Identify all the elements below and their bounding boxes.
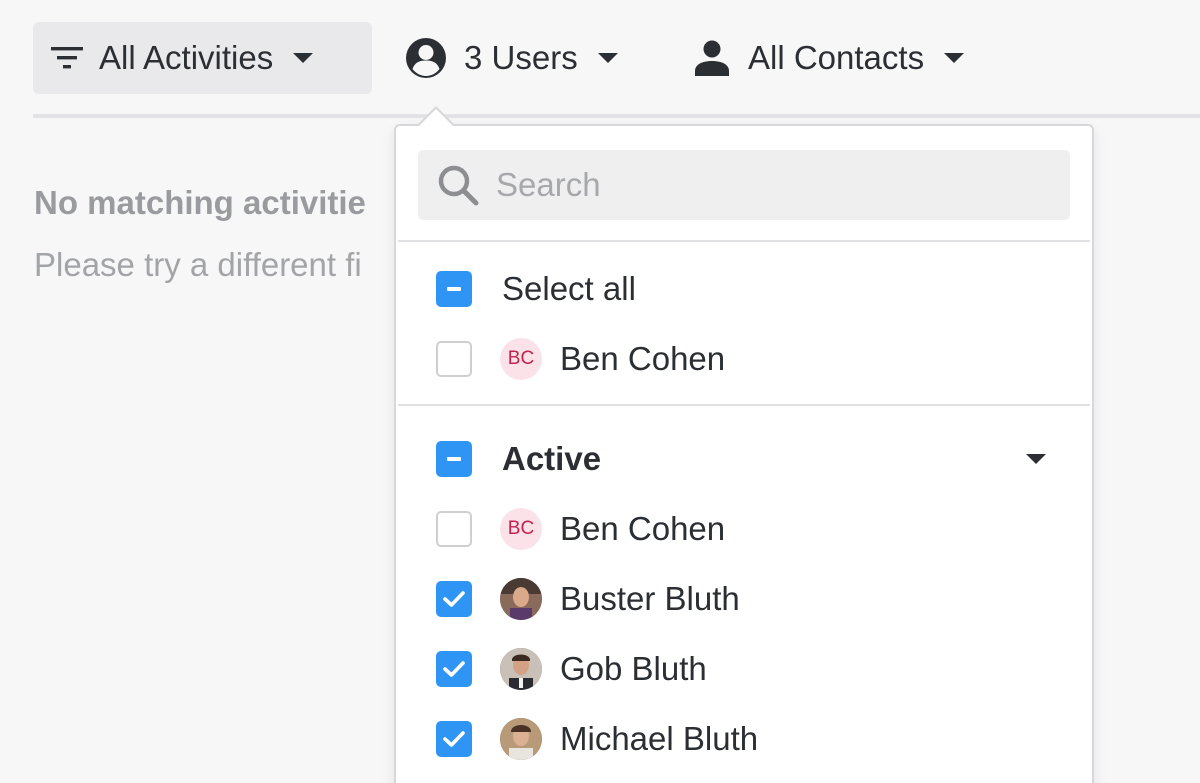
user-option-row[interactable]: Buster Bluth xyxy=(436,574,1056,624)
user-option-row[interactable]: BC Ben Cohen xyxy=(436,504,1056,554)
chevron-down-icon xyxy=(597,53,618,63)
user-name: Ben Cohen xyxy=(560,510,726,547)
user-option-row[interactable]: BC Ben Cohen xyxy=(436,334,1056,384)
user-checkbox[interactable] xyxy=(436,651,472,687)
select-all-label: Select all xyxy=(502,270,636,307)
user-checkbox[interactable] xyxy=(436,721,472,757)
activities-page: All Activities 3 Users All Contacts No m… xyxy=(0,0,1200,783)
minus-icon xyxy=(447,287,461,291)
minus-icon xyxy=(447,457,461,461)
chevron-down-icon xyxy=(293,53,314,63)
user-name: Gob Bluth xyxy=(560,650,707,687)
group-label: Active xyxy=(502,440,602,477)
empty-state-title: No matching activitie xyxy=(34,184,366,221)
person-icon xyxy=(692,40,732,76)
user-option-row[interactable]: Michael Bluth xyxy=(436,714,1056,764)
checkmark-icon xyxy=(443,591,465,607)
filter-toolbar: All Activities 3 Users All Contacts xyxy=(0,22,1200,94)
avatar xyxy=(500,718,542,760)
avatar: BC xyxy=(500,338,542,380)
search-input[interactable] xyxy=(496,166,1036,204)
chevron-down-icon xyxy=(944,53,965,63)
user-option-row[interactable]: Gob Bluth xyxy=(436,644,1056,694)
select-all-row[interactable]: Select all xyxy=(436,264,1056,314)
avatar: BC xyxy=(500,508,542,550)
users-filter-label: 3 Users xyxy=(464,39,578,76)
user-checkbox[interactable] xyxy=(436,581,472,617)
checkmark-icon xyxy=(443,731,465,747)
empty-state-subtitle: Please try a different fi xyxy=(34,246,362,283)
search-icon xyxy=(436,163,480,207)
user-name: Ben Cohen xyxy=(560,340,726,377)
avatar xyxy=(500,648,542,690)
contacts-filter-label: All Contacts xyxy=(748,39,925,76)
group-header-active[interactable]: Active xyxy=(436,434,1056,484)
dropdown-divider xyxy=(398,404,1090,406)
user-name: Michael Bluth xyxy=(560,720,759,757)
avatar xyxy=(500,578,542,620)
activities-filter-button[interactable]: All Activities xyxy=(33,22,372,94)
user-name: Buster Bluth xyxy=(560,580,740,617)
filter-icon xyxy=(51,45,83,71)
dropdown-divider xyxy=(398,240,1090,242)
toolbar-divider xyxy=(33,114,1200,118)
search-box xyxy=(418,150,1070,220)
users-filter-dropdown: Select all BC Ben Cohen Active BC Ben Co… xyxy=(394,124,1094,783)
select-all-checkbox[interactable] xyxy=(436,271,472,307)
dropdown-pointer-fill xyxy=(418,109,454,127)
user-circle-icon xyxy=(404,36,448,80)
users-filter-button[interactable]: 3 Users xyxy=(404,22,618,94)
activities-filter-label: All Activities xyxy=(99,39,274,76)
contacts-filter-button[interactable]: All Contacts xyxy=(692,22,965,94)
group-checkbox[interactable] xyxy=(436,441,472,477)
checkmark-icon xyxy=(443,661,465,677)
user-checkbox[interactable] xyxy=(436,511,472,547)
chevron-down-icon[interactable] xyxy=(1026,454,1046,464)
user-checkbox[interactable] xyxy=(436,341,472,377)
